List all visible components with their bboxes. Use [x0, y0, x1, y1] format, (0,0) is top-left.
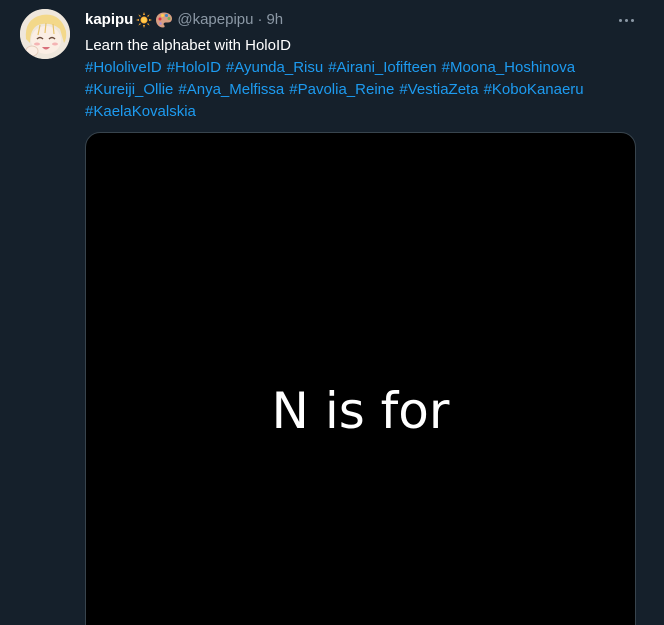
tweet-content: kapipu @kapepipu · 9h Learn the alphabet…	[85, 10, 636, 123]
avatar-image	[20, 9, 70, 59]
separator-dot: ·	[257, 11, 263, 28]
hashtag-link[interactable]: #Pavolia_Reine	[289, 81, 394, 98]
tweet-header: kapipu @kapepipu · 9h	[85, 10, 636, 30]
avatar[interactable]	[20, 9, 70, 59]
more-horizontal-icon[interactable]	[614, 10, 638, 30]
media-caption: N is for	[271, 382, 450, 440]
timestamp[interactable]: 9h	[266, 10, 283, 30]
hashtag-link[interactable]: #VestiaZeta	[399, 81, 478, 98]
display-name[interactable]: kapipu	[85, 10, 133, 30]
media-video[interactable]: N is for	[85, 132, 636, 625]
palette-emoji-icon	[156, 12, 173, 28]
user-handle[interactable]: @kapepipu	[177, 10, 253, 30]
tweet-text: Learn the alphabet with HoloID	[85, 37, 291, 54]
hashtag-link[interactable]: #Ayunda_Risu	[226, 59, 323, 76]
tweet[interactable]: kapipu @kapepipu · 9h Learn the alphabet…	[0, 0, 664, 625]
hashtag-link[interactable]: #Kureiji_Ollie	[85, 81, 173, 98]
hashtag-list: #HololiveID #HoloID #Ayunda_Risu #Airani_Io…	[85, 57, 636, 123]
sun-emoji-icon	[136, 12, 153, 28]
hashtag-link[interactable]: #Airani_Iofifteen	[328, 59, 436, 76]
hashtag-link[interactable]: #KaelaKovalskia	[85, 103, 196, 120]
hashtag-link[interactable]: #KoboKanaeru	[484, 81, 584, 98]
hashtag-link[interactable]: #HoloID	[167, 59, 221, 76]
hashtag-link[interactable]: #Moona_Hoshinova	[442, 59, 575, 76]
hashtag-link[interactable]: #Anya_Melfissa	[178, 81, 284, 98]
hashtag-link[interactable]: #HololiveID	[85, 59, 162, 76]
